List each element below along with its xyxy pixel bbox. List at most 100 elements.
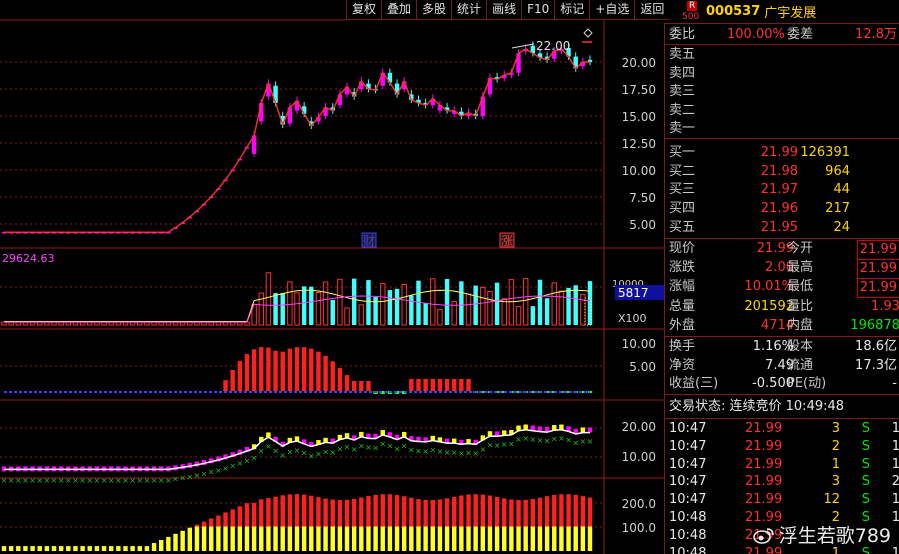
ind2-cross-mark: × bbox=[294, 446, 301, 455]
ind2-cross-mark: × bbox=[108, 476, 115, 485]
ind3-bar-upper bbox=[387, 494, 393, 527]
ind3-bar-lower bbox=[108, 546, 114, 551]
price-axis-label: 10.00 bbox=[622, 164, 656, 178]
ind3-bar-lower bbox=[80, 546, 85, 551]
ind2-cross-mark: × bbox=[429, 445, 436, 454]
quote-row: 外盘 4714 内盘 196878 bbox=[665, 317, 899, 335]
ind2-cross-mark: × bbox=[415, 446, 422, 455]
ind3-bar-lower bbox=[251, 526, 257, 551]
tick-row[interactable]: 10:47 21.99 2 S 1 bbox=[665, 438, 899, 456]
volume-bar bbox=[301, 286, 307, 325]
ind2-cross-mark: × bbox=[44, 476, 51, 485]
ind2-cross-mark: × bbox=[401, 441, 408, 450]
toolbar-button-7[interactable]: +自选 bbox=[589, 0, 635, 20]
price-axis-label: 17.50 bbox=[622, 83, 656, 97]
tick-time: 10:47 bbox=[669, 492, 707, 508]
ind3-bar-upper bbox=[244, 503, 250, 527]
volume-bar bbox=[430, 278, 436, 326]
tick-row[interactable]: 10:47 21.99 3 S 1 bbox=[665, 420, 899, 438]
volume-bar bbox=[587, 281, 593, 325]
buy-price: 21.96 bbox=[760, 201, 798, 217]
volume-bar bbox=[551, 282, 557, 326]
weibi-label: 委比 bbox=[669, 27, 696, 42]
ind1-bar bbox=[251, 349, 257, 391]
ind3-bar-lower bbox=[30, 546, 35, 551]
ind2-cross-mark: × bbox=[529, 435, 536, 444]
ind2-block bbox=[580, 427, 586, 433]
ind3-bar-upper bbox=[351, 498, 357, 527]
ind1-bar bbox=[259, 347, 264, 391]
ind2-cross-mark: × bbox=[94, 476, 101, 485]
toolbar-button-3[interactable]: 统计 bbox=[451, 0, 487, 20]
ind3-bar-upper bbox=[559, 494, 564, 527]
volume-bar bbox=[566, 287, 571, 325]
ind3-bar-upper bbox=[366, 496, 371, 527]
buy-volume: 44 bbox=[833, 182, 850, 198]
ind3-bar-upper bbox=[573, 494, 578, 527]
toolbar-button-6[interactable]: 标记 bbox=[554, 0, 590, 20]
weibi-value: 100.00% bbox=[727, 27, 785, 42]
ind2-cross-mark: × bbox=[236, 459, 243, 468]
tick-side: S bbox=[861, 421, 870, 436]
quote-row: 涨幅 10.01% 最低 21.99 bbox=[665, 278, 899, 299]
ind3-bar-upper bbox=[466, 494, 471, 527]
ind2-cross-mark: × bbox=[229, 462, 236, 471]
ind3-bar-upper bbox=[251, 503, 257, 527]
ind3-bar-upper bbox=[237, 506, 243, 527]
volume-bar bbox=[309, 286, 314, 325]
ind3-bar-lower bbox=[466, 526, 471, 551]
ind1-bar bbox=[266, 347, 271, 391]
ind3-bar-upper bbox=[330, 499, 335, 527]
volume-bar bbox=[294, 292, 300, 326]
tick-row[interactable]: 10:47 21.99 1 S 1 bbox=[665, 456, 899, 474]
ind3-bar-lower bbox=[509, 526, 514, 551]
ind3-bar-upper bbox=[394, 495, 400, 527]
quote-value-2: 21.99 bbox=[856, 259, 899, 280]
ind3-bar-lower bbox=[173, 533, 178, 551]
ind2-cross-mark: × bbox=[408, 446, 415, 455]
ind1-bar bbox=[230, 370, 235, 391]
ind3-bar-lower bbox=[237, 526, 243, 551]
ind3-bar-upper bbox=[337, 500, 343, 527]
tick-row[interactable]: 10:47 21.99 3 S 2 bbox=[665, 473, 899, 491]
toolbar-button-0[interactable]: 复权 bbox=[346, 0, 382, 20]
buy-price: 21.97 bbox=[760, 182, 798, 198]
candle-body bbox=[337, 94, 343, 106]
ind3-bar-upper bbox=[537, 497, 543, 527]
volume-bar bbox=[487, 290, 493, 326]
ind3-bar-upper bbox=[516, 500, 521, 527]
toolbar-button-4[interactable]: 画线 bbox=[486, 0, 522, 20]
ind3-bar-lower bbox=[144, 546, 150, 551]
toolbar-button-2[interactable]: 多股 bbox=[416, 0, 452, 20]
ind2-cross-mark: × bbox=[551, 434, 558, 443]
ind3-bar-upper bbox=[280, 495, 285, 527]
ind3-bar-upper bbox=[544, 496, 550, 527]
toolbar-button-5[interactable]: F10 bbox=[521, 0, 555, 20]
tick-count: 1 bbox=[891, 510, 899, 525]
ind3-bar-lower bbox=[394, 526, 400, 551]
ind1-bar bbox=[237, 361, 243, 391]
ind3-bar-upper bbox=[359, 497, 364, 527]
sell-label: 卖五 bbox=[669, 47, 696, 62]
buy-label: 买四 bbox=[669, 201, 696, 217]
quote-label: 外盘 bbox=[669, 317, 696, 333]
ind3-bar-lower bbox=[101, 546, 107, 551]
tick-side: S bbox=[861, 438, 870, 454]
ind2-cross-mark: × bbox=[58, 476, 65, 485]
ind2-cross-mark: × bbox=[144, 476, 151, 485]
tick-row[interactable]: 10:47 21.99 12 S 1 bbox=[665, 491, 899, 509]
chart-area[interactable]: 20.00 17.50 15.00 12.50 10.00 7.50 5.00 22.00 财 涨… bbox=[0, 0, 664, 554]
ind1-bar bbox=[280, 351, 285, 391]
tick-price: 21.99 bbox=[745, 456, 783, 472]
ind3-bar-lower bbox=[58, 546, 64, 551]
ind3-bar-upper bbox=[230, 509, 235, 527]
ind2-cross-mark: × bbox=[329, 448, 336, 457]
toolbar-button-1[interactable]: 叠加 bbox=[381, 0, 417, 20]
tick-volume: 3 bbox=[831, 421, 840, 436]
ind3-bar-lower bbox=[209, 526, 214, 551]
tick-count: 2 bbox=[891, 474, 899, 490]
volume-bar bbox=[351, 278, 357, 325]
ind3-bar-lower bbox=[151, 543, 157, 551]
ind2-cross-mark: × bbox=[580, 437, 587, 446]
ind3-bar-lower bbox=[452, 526, 457, 551]
